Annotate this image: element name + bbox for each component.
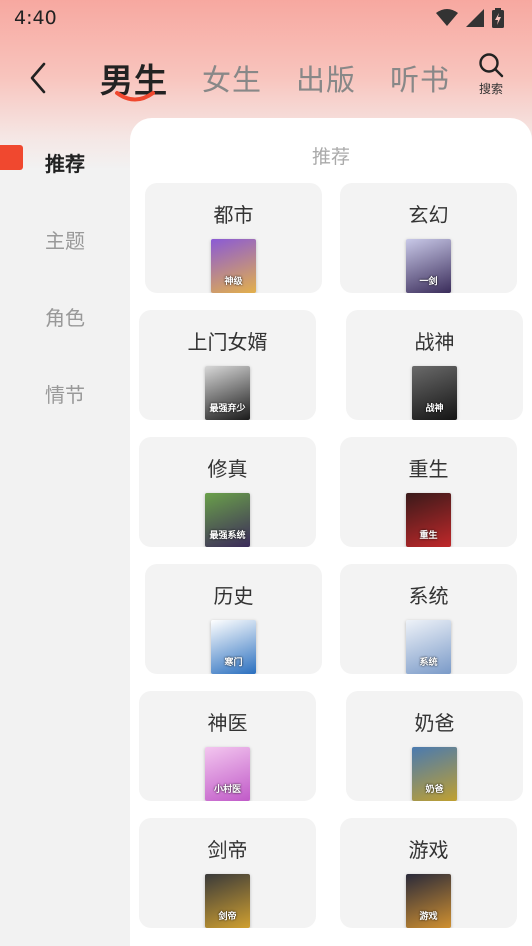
tab-label: 女生: [202, 63, 263, 97]
cover-title: 最强系统: [209, 531, 246, 541]
book-cover: 战神: [412, 366, 457, 420]
section-title: 推荐: [311, 146, 350, 168]
sidebar-item-label: 角色: [45, 306, 85, 330]
book-cover: 一剑: [406, 239, 451, 293]
tab-audiobook[interactable]: 听书: [390, 57, 450, 99]
category-label: 系统: [408, 584, 449, 608]
sidebar-item-label: 主题: [45, 229, 85, 253]
tab-female[interactable]: 女生: [202, 57, 262, 99]
category-card[interactable]: 游戏 游戏: [340, 818, 517, 928]
sidebar-item-role[interactable]: 角色: [0, 278, 130, 355]
category-card[interactable]: 修真 最强系统: [139, 437, 316, 547]
status-bar: 4:40: [0, 0, 532, 36]
book-cover: 奶爸: [412, 747, 457, 801]
search-label: 搜索: [478, 82, 503, 96]
book-cover: 神级: [211, 239, 256, 293]
cover-title: 一剑: [419, 277, 438, 287]
top-nav: 男生 女生 出版 听书 搜索: [0, 48, 532, 108]
back-button[interactable]: [20, 60, 56, 96]
category-label: 玄幻: [408, 203, 449, 227]
category-label: 上门女婿: [187, 330, 268, 354]
category-label: 重生: [408, 457, 449, 481]
status-time: 4:40: [14, 7, 57, 29]
category-label: 神医: [207, 711, 248, 735]
tab-label: 出版: [296, 63, 357, 97]
book-cover: 寒门: [211, 620, 256, 674]
category-tabs: 男生 女生 出版 听书: [100, 48, 450, 108]
cover-title: 剑帝: [218, 912, 237, 922]
cover-title: 最强弃少: [209, 404, 246, 414]
sidebar-active-indicator: [0, 145, 23, 170]
book-cover: 游戏: [406, 874, 451, 928]
book-cover: 重生: [406, 493, 451, 547]
cover-title: 神级: [224, 277, 243, 287]
main-panel: 推荐 都市 神级 玄幻 一剑 上门女婿 最强弃少 战神 战神 修真 最强系统 重…: [130, 118, 532, 946]
cover-title: 战神: [425, 404, 444, 414]
tab-publish[interactable]: 出版: [296, 57, 356, 99]
cover-title: 奶爸: [425, 785, 444, 795]
sidebar-item-recommend[interactable]: 推荐: [0, 124, 130, 201]
book-cover: 最强系统: [205, 493, 250, 547]
sidebar: 推荐 主题 角色 情节: [0, 124, 130, 432]
sidebar-item-label: 推荐: [45, 152, 85, 176]
tab-label: 听书: [390, 63, 450, 97]
category-card[interactable]: 系统 系统: [340, 564, 517, 674]
sidebar-item-label: 情节: [45, 383, 85, 407]
cover-title: 重生: [419, 531, 438, 541]
category-card[interactable]: 上门女婿 最强弃少: [139, 310, 316, 420]
category-label: 修真: [207, 457, 248, 481]
category-card[interactable]: 都市 神级: [145, 183, 322, 293]
category-label: 剑帝: [207, 838, 248, 862]
search-icon: [479, 53, 504, 78]
category-label: 历史: [213, 584, 254, 608]
category-card[interactable]: 剑帝 剑帝: [139, 818, 316, 928]
category-label: 都市: [213, 203, 254, 227]
sidebar-item-plot[interactable]: 情节: [0, 355, 130, 432]
chevron-left-icon: [30, 62, 46, 94]
category-card[interactable]: 奶爸 奶爸: [346, 691, 523, 801]
book-cover: 系统: [406, 620, 451, 674]
status-icons: [436, 8, 504, 28]
category-card[interactable]: 重生 重生: [340, 437, 517, 547]
book-cover: 最强弃少: [205, 366, 250, 420]
category-card[interactable]: 神医 小村医: [139, 691, 316, 801]
book-cover: 剑帝: [205, 874, 250, 928]
screen: 4:40 男生 女生 出版 听书 搜索 推荐 主题 角色 情节 推荐 都市 神级…: [0, 0, 532, 946]
category-card[interactable]: 历史 寒门: [145, 564, 322, 674]
category-label: 奶爸: [414, 711, 455, 735]
category-label: 游戏: [408, 838, 449, 862]
tab-active-indicator: [115, 91, 155, 102]
sidebar-item-theme[interactable]: 主题: [0, 201, 130, 278]
tab-male[interactable]: 男生: [100, 54, 168, 102]
battery-icon: [492, 8, 504, 28]
category-card[interactable]: 玄幻 一剑: [340, 183, 517, 293]
cover-title: 寒门: [224, 658, 243, 668]
search-button[interactable]: 搜索: [470, 52, 512, 108]
cover-title: 小村医: [213, 785, 241, 795]
signal-icon: [466, 9, 484, 27]
book-cover: 小村医: [205, 747, 250, 801]
cover-title: 游戏: [419, 912, 438, 922]
wifi-icon: [436, 9, 458, 26]
category-card[interactable]: 战神 战神: [346, 310, 523, 420]
cover-title: 系统: [419, 658, 438, 668]
category-label: 战神: [414, 330, 455, 354]
